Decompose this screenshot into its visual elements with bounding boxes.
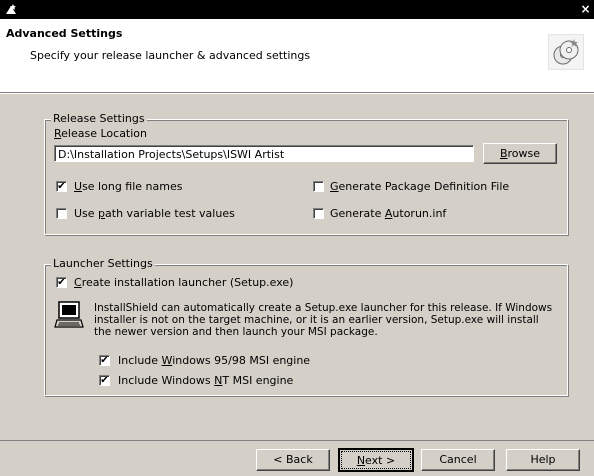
path-variable-checkbox[interactable] xyxy=(56,208,67,219)
wizard-app-icon xyxy=(6,4,16,14)
release-location-label: Release Location xyxy=(54,127,148,140)
back-button[interactable]: < Back xyxy=(256,449,330,471)
path-variable-label: Use path variable test values xyxy=(74,207,235,220)
launcher-description: InstallShield can automatically create a… xyxy=(94,302,553,338)
include-95-98-engine-label: Include Windows 95/98 MSI engine xyxy=(118,354,311,367)
release-location-input[interactable]: D:\Installation Projects\Setups\ISWI Art… xyxy=(54,145,474,162)
long-file-names-checkbox[interactable]: ✔ xyxy=(56,181,67,192)
computer-icon xyxy=(54,301,84,328)
browse-button[interactable]: Browse xyxy=(483,143,557,164)
help-button[interactable]: Help xyxy=(506,449,580,471)
package-definition-checkbox[interactable] xyxy=(313,181,324,192)
page-title: Advanced Settings xyxy=(6,27,123,40)
close-icon[interactable]: × xyxy=(577,1,594,17)
create-launcher-checkbox[interactable]: ✔ xyxy=(56,277,67,288)
include-nt-engine-checkbox[interactable]: ✔ xyxy=(99,375,110,386)
package-definition-label: Generate Package Definition File xyxy=(330,180,510,193)
autorun-checkbox[interactable] xyxy=(313,208,324,219)
include-nt-engine-label: Include Windows NT MSI engine xyxy=(118,374,294,387)
create-launcher-label: Create installation launcher (Setup.exe) xyxy=(74,276,294,289)
header-divider-highlight xyxy=(0,93,594,94)
footer-divider xyxy=(0,440,594,441)
launcher-settings-legend: Launcher Settings xyxy=(51,257,155,270)
autorun-label: Generate Autorun.inf xyxy=(330,207,447,220)
cd-discs-icon xyxy=(548,34,584,70)
release-settings-legend: Release Settings xyxy=(51,112,147,125)
page-subtitle: Specify your release launcher & advanced… xyxy=(30,49,311,62)
next-button[interactable]: Next > xyxy=(338,448,414,472)
long-file-names-label: Use long file names xyxy=(74,180,183,193)
include-95-98-engine-checkbox[interactable]: ✔ xyxy=(99,355,110,366)
cancel-button[interactable]: Cancel xyxy=(421,449,495,471)
window-title: Release Wizard xyxy=(20,1,138,16)
